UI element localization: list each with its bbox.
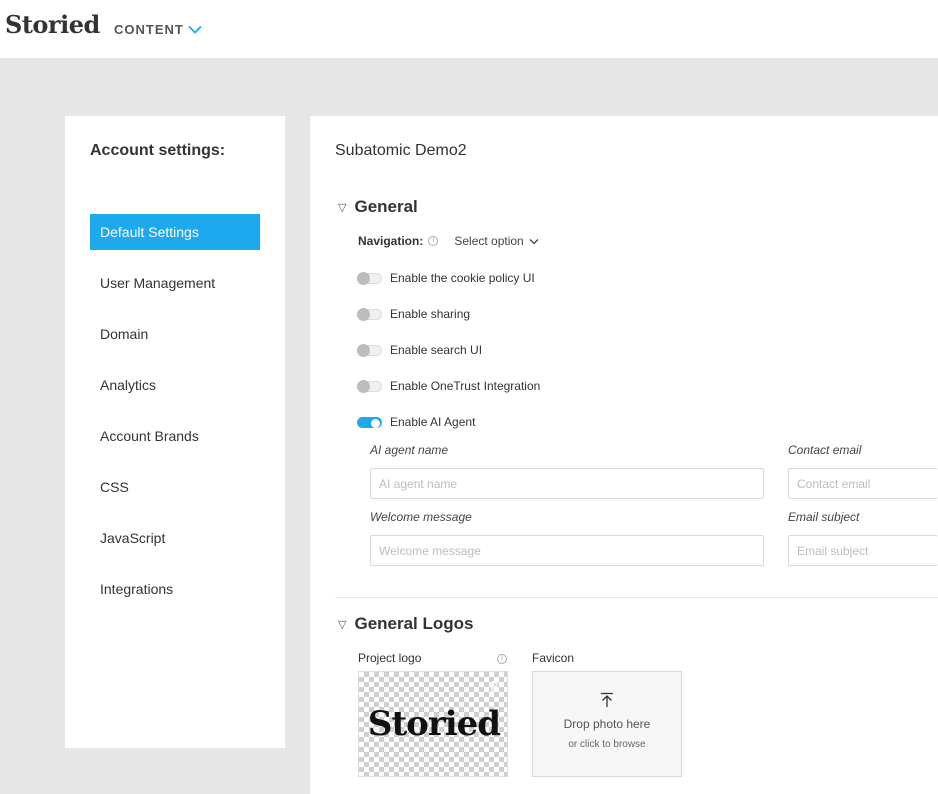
favicon-dropzone[interactable]: Drop photo here or click to browse [532, 671, 682, 777]
sidebar-item-analytics[interactable]: Analytics [90, 367, 260, 403]
navigation-select[interactable]: Select option [454, 234, 539, 248]
info-icon[interactable]: i [497, 654, 507, 664]
chevron-down-icon [529, 238, 539, 244]
drop-photo-title: Drop photo here [563, 717, 651, 731]
content-menu-label: CONTENT [114, 22, 184, 37]
navigation-select-value: Select option [454, 234, 524, 248]
storied-logo[interactable]: Storied [5, 10, 100, 39]
onetrust-toggle[interactable] [357, 379, 382, 393]
ai-agent-toggle[interactable] [357, 416, 382, 428]
sidebar-item-css[interactable]: CSS [90, 469, 260, 505]
email-subject-input[interactable] [788, 535, 938, 566]
trash-icon[interactable] [489, 680, 499, 692]
agent-name-label: AI agent name [370, 443, 449, 457]
sidebar-title: Account settings: [90, 142, 226, 159]
navigation-row: Navigation: i Select option [358, 234, 539, 248]
cookie-policy-toggle[interactable] [357, 271, 382, 285]
general-logos-section-title: General Logos [354, 614, 474, 633]
sidebar-item-integrations[interactable]: Integrations [90, 571, 260, 607]
welcome-message-input[interactable] [370, 535, 764, 566]
drop-photo-subtitle: or click to browse [568, 739, 646, 750]
sidebar-item-default-settings[interactable]: Default Settings [90, 214, 260, 250]
settings-panel: Subatomic Demo2 ▽ General Navigation: i … [310, 116, 938, 794]
toggle-knob [357, 307, 370, 321]
toggle-row-cookie-policy: Enable the cookie policy UI [357, 271, 535, 285]
sidebar-item-account-brands[interactable]: Account Brands [90, 418, 260, 454]
sidebar-item-domain[interactable]: Domain [90, 316, 260, 352]
project-logo-preview[interactable]: Storied [358, 671, 508, 777]
info-icon[interactable]: i [428, 236, 439, 246]
onetrust-label: Enable OneTrust Integration [390, 379, 541, 393]
section-divider [335, 597, 938, 598]
content-menu-dropdown[interactable]: CONTENT [114, 22, 202, 37]
sharing-label: Enable sharing [390, 307, 471, 321]
welcome-message-label: Welcome message [370, 510, 472, 524]
favicon-label: Favicon [532, 651, 575, 665]
general-section-header[interactable]: ▽ General [338, 197, 418, 217]
search-ui-toggle[interactable] [357, 343, 382, 357]
general-section-title: General [354, 197, 418, 216]
project-name: Subatomic Demo2 [335, 142, 467, 159]
email-subject-label: Email subject [788, 510, 860, 524]
agent-name-input[interactable] [370, 468, 764, 499]
toggle-row-ai-agent: Enable AI Agent [357, 415, 475, 429]
toggle-row-sharing: Enable sharing [357, 307, 470, 321]
toggle-row-search-ui: Enable search UI [357, 343, 482, 357]
toggle-knob [371, 418, 380, 428]
contact-email-input[interactable] [788, 468, 938, 499]
chevron-down-icon [188, 25, 202, 34]
account-settings-sidebar: Account settings: Default Settings User … [65, 116, 285, 748]
sharing-toggle[interactable] [357, 307, 382, 321]
navigation-label: Navigation: [358, 234, 424, 248]
general-logos-section-header[interactable]: ▽ General Logos [338, 614, 474, 634]
toggle-knob [357, 343, 370, 357]
sidebar-item-javascript[interactable]: JavaScript [90, 520, 260, 556]
upload-icon [601, 692, 613, 707]
project-logo-label: Project logo [358, 651, 422, 665]
search-ui-label: Enable search UI [390, 343, 483, 357]
contact-email-label: Contact email [788, 443, 862, 457]
toggle-row-onetrust: Enable OneTrust Integration [357, 379, 540, 393]
toggle-knob [357, 271, 370, 285]
ai-agent-label: Enable AI Agent [390, 415, 476, 429]
project-logo-image: Storied [367, 704, 501, 744]
cookie-policy-label: Enable the cookie policy UI [390, 271, 535, 285]
collapse-triangle-icon: ▽ [338, 201, 347, 214]
toggle-knob [357, 379, 370, 393]
top-bar: Storied CONTENT [0, 0, 938, 58]
sidebar-item-user-management[interactable]: User Management [90, 265, 260, 301]
collapse-triangle-icon: ▽ [338, 618, 347, 631]
